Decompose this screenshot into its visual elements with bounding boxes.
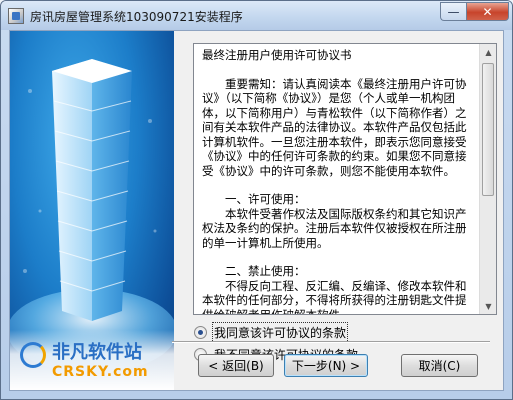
scrollbar-thumb[interactable]	[482, 63, 494, 196]
watermark-cn-text: 非凡软件站	[52, 342, 142, 363]
next-button[interactable]: 下一步(N) >	[284, 354, 368, 377]
license-scrollbar[interactable]: ▲ ▼	[479, 44, 496, 314]
license-section1-title: 一、许可使用：	[225, 192, 306, 206]
agree-label[interactable]: 我同意该许可协议的条款	[211, 322, 349, 343]
cancel-button[interactable]: 取消(C)	[401, 354, 478, 377]
wizard-client-area: 非凡软件站 CRSKY.com 最终注册用户使用许可协议书 重要需知：请认真阅读…	[9, 30, 504, 391]
window-title: 房讯房屋管理系统103090721安装程序	[30, 10, 243, 24]
button-separator	[172, 341, 490, 343]
scroll-down-arrow-icon[interactable]: ▼	[481, 298, 496, 314]
license-intro: 重要需知：请认真阅读本《最终注册用户许可协议》（以下简称《协议》）是您（个人或单…	[202, 76, 467, 178]
license-section1-body: 本软件受著作权法及国际版权条约和其它知识产权法及条约的保护。注册后本软件仅被授权…	[202, 206, 467, 250]
title-bar[interactable]: 房讯房屋管理系统103090721安装程序 — ✕	[1, 1, 512, 30]
scroll-up-arrow-icon[interactable]: ▲	[481, 44, 496, 60]
minimize-button[interactable]: —	[440, 2, 466, 21]
license-heading: 最终注册用户使用许可协议书	[202, 48, 352, 62]
close-button[interactable]: ✕	[466, 2, 509, 21]
watermark-banner: 非凡软件站 CRSKY.com	[10, 330, 174, 390]
agree-option[interactable]: 我同意该许可协议的条款	[194, 322, 349, 343]
license-section2-title: 二、禁止使用：	[225, 264, 306, 278]
license-content: 最终注册用户使用许可协议书 重要需知：请认真阅读本《最终注册用户许可协议》（以下…	[202, 48, 472, 315]
installer-app-icon	[8, 8, 24, 24]
watermark-en-text: CRSKY.com	[52, 364, 149, 380]
license-section2-body: 不得反向工程、反汇编、反编译、修改本软件和本软件的任何部分，不得将所获得的注册钥…	[202, 278, 467, 315]
agree-radio[interactable]	[194, 326, 207, 339]
installer-window: 房讯房屋管理系统103090721安装程序 — ✕ 非凡软件站 CRSKY.co…	[0, 0, 513, 400]
back-button[interactable]: < 返回(B)	[198, 354, 274, 377]
crsky-logo-icon	[20, 342, 46, 368]
license-text-box[interactable]: 最终注册用户使用许可协议书 重要需知：请认真阅读本《最终注册用户许可协议》（以下…	[193, 43, 497, 315]
side-banner-image: 非凡软件站 CRSKY.com	[10, 31, 174, 390]
